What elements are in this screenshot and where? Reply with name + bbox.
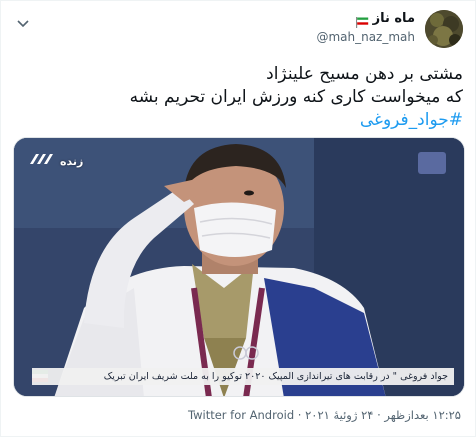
news-ticker: جواد فروغی " در رقابت های تیراندازی المپ… [32,368,454,385]
tweet-timestamp[interactable]: ۱۲:۲۵ بعدازظهر · ۲۴ ژوئیهٔ ۲۰۲۱ [305,408,461,422]
flag-icon [355,13,369,28]
tweet-card[interactable]: ماه ناز @mah_naz_mah مشتی بر دهن مسیح عل… [0,0,476,437]
channel-corner-logo [418,152,446,174]
author-display-name[interactable]: ماه ناز [373,11,415,26]
chevron-down-icon[interactable] [15,15,31,31]
meta-separator: · [294,408,302,422]
media-illustration [14,138,464,396]
author-handle[interactable]: @mah_naz_mah [316,30,415,44]
tweet-media-image[interactable]: زنده جواد فروغی " در رقابت های تیراندازی… [13,137,465,397]
tweet-source[interactable]: Twitter for Android [188,408,294,422]
author-name-row[interactable]: ماه ناز [355,11,415,28]
hashtag-link[interactable]: #جواد_فروغی [23,109,463,132]
tweet-meta: ۱۲:۲۵ بعدازظهر · ۲۴ ژوئیهٔ ۲۰۲۱ · Twitte… [188,408,461,422]
tweet-text: مشتی بر دهن مسیح علینژاد که میخواست کاری… [23,63,463,132]
tweet-line-1: مشتی بر دهن مسیح علینژاد [266,64,463,84]
tweet-line-2: که میخواست کاری کنه ورزش ایران تحریم بشه [129,87,463,107]
live-label: زنده [60,155,84,168]
avatar[interactable] [425,10,463,48]
